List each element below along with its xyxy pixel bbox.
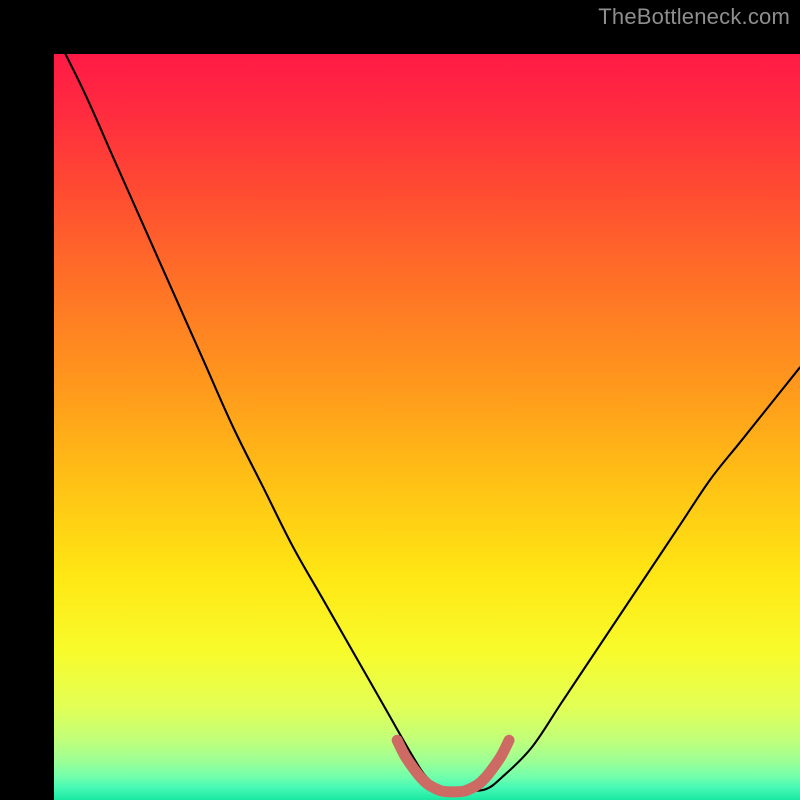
gradient-background bbox=[54, 54, 800, 800]
watermark-label: TheBottleneck.com bbox=[598, 4, 790, 30]
chart-frame bbox=[0, 0, 800, 800]
bottleneck-chart bbox=[54, 54, 800, 800]
plot-area bbox=[54, 54, 800, 800]
